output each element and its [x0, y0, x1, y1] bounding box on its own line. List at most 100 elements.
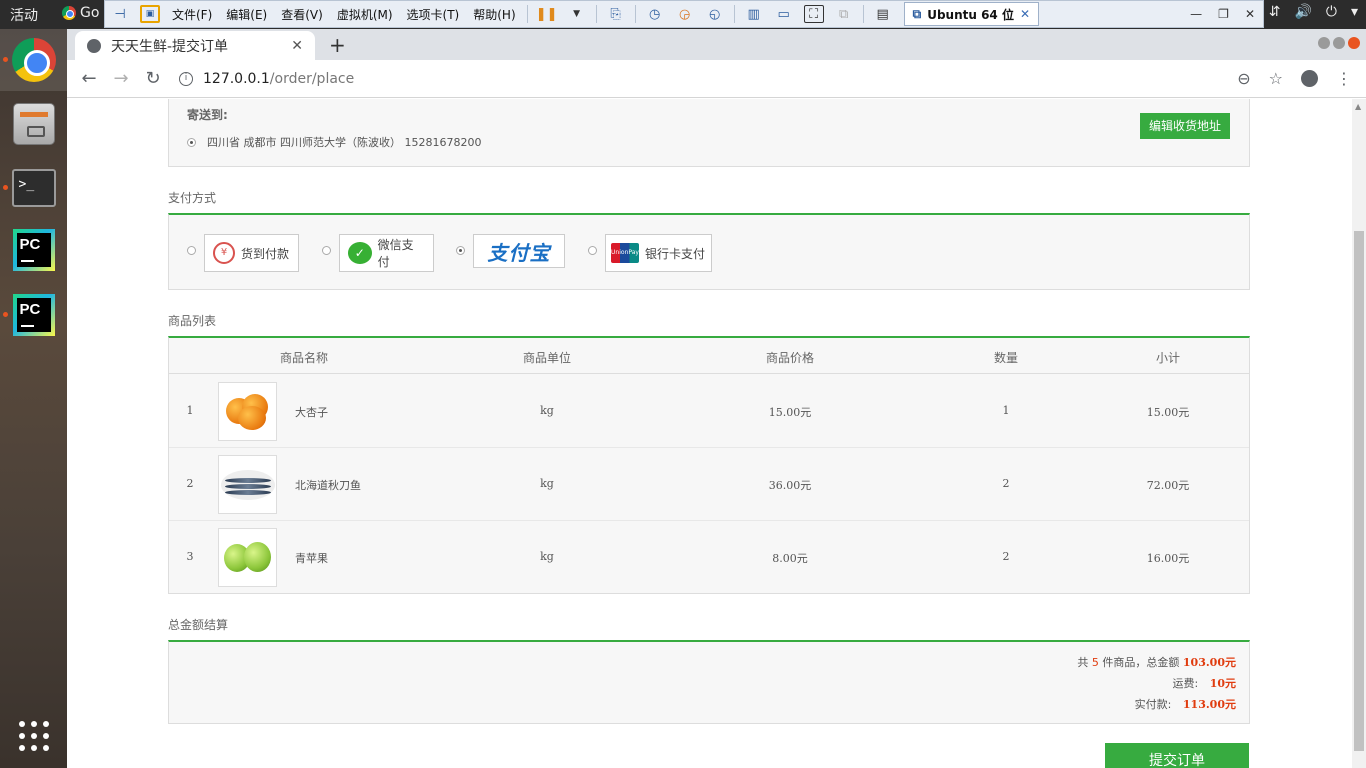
new-tab-icon[interactable]: + — [329, 33, 346, 57]
activities-button[interactable]: 活动 — [10, 5, 38, 25]
address-bar[interactable]: i 127.0.0.1/order/place — [179, 71, 354, 87]
payment-option-label: 微信支付 — [377, 238, 414, 269]
dock-pycharm-2[interactable]: PC — [0, 284, 67, 346]
unity-icon[interactable]: ⧉ — [834, 5, 854, 23]
chrome-icon — [62, 6, 76, 20]
close-window-icon[interactable] — [1348, 37, 1360, 49]
dock-show-apps[interactable] — [0, 705, 67, 767]
menu-file[interactable]: 文件(F) — [165, 6, 219, 23]
product-price: 15.00元 — [768, 406, 812, 419]
pause-icon[interactable]: ❚❚ — [536, 5, 558, 23]
submit-order-button[interactable]: 提交订单 — [1105, 743, 1249, 768]
active-app-indicator[interactable]: Go — [62, 5, 99, 21]
minimize-icon[interactable] — [1318, 37, 1330, 49]
send-keys-icon[interactable]: ⎘ — [606, 5, 626, 23]
ship-to-label: 寄送到: — [187, 108, 228, 122]
product-name[interactable]: 大杏子 — [295, 404, 328, 420]
payment-radio-unionpay[interactable] — [588, 246, 597, 255]
payment-radio-wechat[interactable] — [322, 246, 331, 255]
minimize-icon[interactable]: — — [1190, 7, 1202, 21]
running-indicator — [3, 57, 8, 62]
scrollbar-thumb[interactable] — [1354, 231, 1364, 751]
dock-terminal[interactable]: >_ — [0, 157, 67, 219]
menu-help[interactable]: 帮助(H) — [466, 6, 522, 23]
active-app-label: Go — [80, 5, 100, 21]
menu-tabs[interactable]: 选项卡(T) — [400, 6, 467, 23]
library-icon[interactable]: ▥ — [744, 5, 764, 23]
star-icon[interactable]: ☆ — [1269, 69, 1283, 88]
product-price: 8.00元 — [772, 552, 808, 565]
globe-icon — [87, 38, 101, 53]
close-icon[interactable]: ✕ — [1020, 7, 1030, 21]
system-tray[interactable]: ⇵ 🔊 ⏻ ▾ — [1269, 4, 1358, 20]
total-prefix: 共 — [1077, 656, 1089, 669]
toolbar-divider — [526, 5, 528, 23]
goods-table: 商品名称 商品单位 商品价格 数量 小计 1 大杏子 kg 15.00元 1 1… — [168, 336, 1250, 594]
item-count: 5 — [1091, 656, 1099, 669]
payment-option-unionpay[interactable]: UnionPay 银行卡支付 — [605, 234, 712, 272]
payment-option-label: 银行卡支付 — [645, 246, 706, 261]
dock-files[interactable] — [0, 93, 67, 155]
fullscreen-icon[interactable]: ⛶ — [803, 5, 824, 23]
unionpay-icon: UnionPay — [611, 243, 639, 263]
row-index: 3 — [186, 550, 194, 563]
wechat-pay-icon: ✓ — [348, 242, 372, 264]
chevron-down-icon[interactable]: ▼ — [567, 5, 587, 23]
paid-label: 实付款: — [1134, 698, 1172, 711]
close-icon[interactable]: ✕ — [291, 38, 303, 54]
product-image[interactable] — [218, 528, 277, 587]
vm-tab[interactable]: ⧉ Ubuntu 64 位 ✕ — [903, 2, 1040, 26]
dock-pycharm[interactable]: PC — [0, 219, 67, 281]
more-menu-icon[interactable]: ⋮ — [1336, 69, 1352, 88]
menu-edit[interactable]: 编辑(E) — [219, 6, 274, 23]
pycharm-icon: PC — [12, 229, 55, 271]
pin-icon[interactable]: ⊣ — [110, 5, 130, 23]
revert-snapshot-icon[interactable]: ◶ — [675, 5, 695, 23]
table-row: 2 北海道秋刀鱼 kg 36.00元 2 72.00元 — [169, 448, 1249, 521]
edit-address-button[interactable]: 编辑收货地址 — [1140, 113, 1230, 139]
maximize-icon[interactable] — [1333, 37, 1345, 49]
forward-icon[interactable]: → — [105, 68, 137, 89]
product-qty: 2 — [1002, 550, 1010, 563]
product-image[interactable] — [218, 382, 277, 441]
product-unit: kg — [540, 404, 554, 417]
snapshot-icon[interactable]: ◷ — [645, 5, 665, 23]
page-scrollbar[interactable]: ▲ — [1352, 99, 1366, 768]
files-icon — [12, 103, 55, 145]
info-icon[interactable]: i — [179, 71, 193, 86]
product-price: 36.00元 — [768, 479, 812, 492]
payment-option-wechat[interactable]: ✓ 微信支付 — [339, 234, 434, 272]
payment-option-label: 货到付款 — [241, 246, 290, 261]
product-name[interactable]: 青苹果 — [295, 550, 328, 566]
back-icon[interactable]: ← — [73, 68, 105, 89]
payment-option-cod[interactable]: ¥ 货到付款 — [204, 234, 299, 272]
thumbnail-icon[interactable]: ▭ — [774, 5, 794, 23]
payment-section-title: 支付方式 — [168, 191, 217, 205]
account-icon[interactable] — [1301, 70, 1318, 87]
dock-chrome[interactable] — [0, 29, 67, 91]
reload-icon[interactable]: ↻ — [137, 68, 169, 89]
snapshot-manager-icon[interactable]: ◵ — [705, 5, 725, 23]
header-price: 商品价格 — [765, 351, 815, 365]
browser-tab[interactable]: 天天生鲜-提交订单 ✕ — [75, 31, 315, 60]
product-name[interactable]: 北海道秋刀鱼 — [295, 477, 361, 493]
product-image[interactable] — [218, 455, 277, 514]
payment-option-alipay[interactable]: 支付宝 — [473, 234, 565, 268]
paid-line: 实付款: 113.00元 — [1135, 696, 1236, 712]
zoom-icon[interactable]: ⊖ — [1237, 69, 1250, 88]
menu-view[interactable]: 查看(V) — [274, 6, 330, 23]
browser-toolbar: ← → ↻ i 127.0.0.1/order/place ⊖ ☆ ⋮ — [67, 60, 1366, 98]
restore-icon[interactable]: ❐ — [1218, 7, 1229, 21]
address-radio[interactable] — [187, 138, 196, 147]
scroll-up-icon[interactable]: ▲ — [1355, 102, 1361, 111]
browser-actions: ⊖ ☆ ⋮ — [1237, 69, 1366, 88]
table-row: 1 大杏子 kg 15.00元 1 15.00元 — [169, 375, 1249, 448]
close-window-icon[interactable]: ✕ — [1245, 7, 1255, 21]
console-view-icon[interactable]: ▤ — [873, 5, 893, 23]
product-unit: kg — [540, 477, 554, 490]
payment-radio-alipay[interactable] — [456, 246, 465, 255]
payment-radio-cod[interactable] — [187, 246, 196, 255]
product-qty: 2 — [1002, 477, 1010, 490]
goods-section-title: 商品列表 — [168, 314, 217, 328]
menu-vm[interactable]: 虚拟机(M) — [330, 6, 400, 23]
